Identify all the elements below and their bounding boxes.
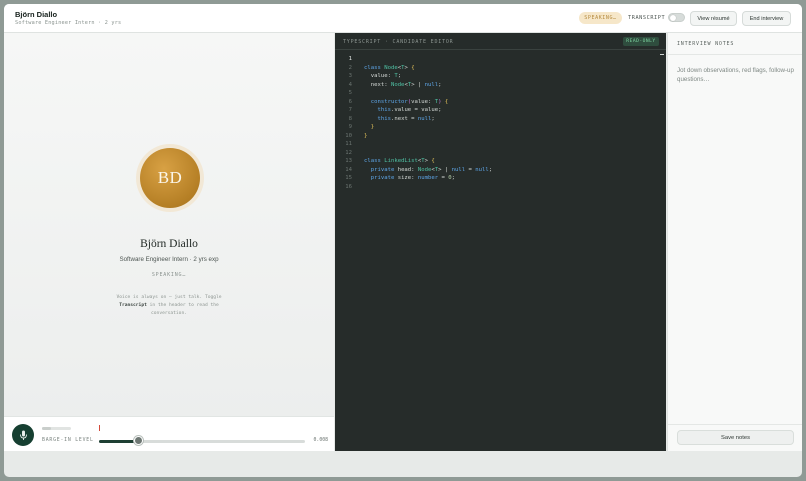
line-number: 5 xyxy=(348,90,352,96)
hint-suffix: in the header to read the conversation. xyxy=(149,303,219,316)
line-source xyxy=(352,149,364,158)
line-number: 4 xyxy=(348,81,352,88)
line-source: this.value = value; xyxy=(377,107,442,113)
top-header: Björn Diallo Software Engineer Intern · … xyxy=(4,4,802,33)
line-source: class LinkedList<T> { xyxy=(364,158,435,164)
line-number: 14 xyxy=(345,166,352,173)
line-source xyxy=(352,183,364,192)
hint-prefix: Voice is always on — just talk. Toggle xyxy=(116,295,222,300)
header-candidate-name: Björn Diallo xyxy=(15,10,58,19)
code-line: 2 class Node<T> { xyxy=(335,64,666,73)
editor-header: TYPESCRIPT · CANDIDATE EDITOR READ-ONLY xyxy=(335,33,666,50)
candidate-panel: BD Björn Diallo Software Engineer Intern… xyxy=(4,33,334,421)
line-source: } xyxy=(364,132,368,139)
code-line: 5 xyxy=(335,89,666,98)
notes-title: INTERVIEW NOTES xyxy=(677,41,735,47)
line-source: class Node<T> { xyxy=(364,64,415,71)
microphone-icon[interactable] xyxy=(12,424,34,446)
line-number: 16 xyxy=(345,183,352,190)
line-source: value: T; xyxy=(364,73,402,79)
line-source: } xyxy=(370,124,375,130)
line-source: constructor(value: T) { xyxy=(370,98,449,105)
line-number: 11 xyxy=(345,141,352,147)
line-number: 10 xyxy=(345,132,352,139)
line-number: 6 xyxy=(348,98,352,105)
microphone-glyph xyxy=(19,430,27,440)
code-line: 3 value: T; xyxy=(335,72,666,81)
candidate-avatar: BD xyxy=(140,148,200,208)
voice-hint: Voice is always on — just talk. Toggle T… xyxy=(109,294,229,318)
code-line: 10} xyxy=(335,132,666,141)
save-notes-button[interactable]: Save notes xyxy=(677,430,794,445)
barge-in-threshold-marker xyxy=(99,425,100,431)
line-number: 7 xyxy=(348,107,352,113)
code-line: 13 class LinkedList<T> { xyxy=(335,157,666,166)
candidate-name: Björn Diallo xyxy=(140,238,198,250)
barge-in-slider-fill xyxy=(99,440,138,443)
code-line: 7 this.value = value; xyxy=(335,106,666,115)
candidate-role: Software Engineer Intern · 2 yrs exp xyxy=(119,256,219,263)
avatar-ring: BD xyxy=(136,144,204,212)
line-number: 12 xyxy=(345,149,352,156)
line-source xyxy=(352,55,364,64)
line-number: 8 xyxy=(348,115,352,122)
code-area[interactable]: 1 2 class Node<T> {3 value: T; 4 next: Node… xyxy=(335,55,666,191)
barge-in-label: BARGE-IN LEVEL xyxy=(42,438,94,443)
audio-controls: BARGE-IN LEVEL 0.008 xyxy=(4,416,334,451)
line-number: 9 xyxy=(348,124,352,130)
barge-in-slider-thumb[interactable] xyxy=(134,436,143,445)
line-source xyxy=(352,89,364,98)
code-line: 16 xyxy=(335,183,666,192)
line-source: private head: Node<T> | null = null; xyxy=(370,166,493,173)
code-line: 15 private size: number = 0; xyxy=(335,174,666,183)
code-line: 4 next: Node<T> | null; xyxy=(335,81,666,90)
speaking-status-pill: SPEAKING… xyxy=(579,12,622,24)
line-number: 2 xyxy=(348,64,352,71)
header-candidate-meta: Software Engineer Intern · 2 yrs xyxy=(15,20,122,26)
notes-textarea[interactable]: Jot down observations, red flags, follow… xyxy=(677,66,795,84)
line-number: 13 xyxy=(345,158,352,164)
app-window: Björn Diallo Software Engineer Intern · … xyxy=(4,4,802,477)
toggle-knob xyxy=(670,15,676,21)
code-line: 8 this.next = null; xyxy=(335,115,666,124)
transcript-toggle-label: TRANSCRIPT xyxy=(628,15,666,21)
line-number: 1 xyxy=(348,56,352,62)
transcript-toggle[interactable] xyxy=(668,13,685,22)
code-line: 12 xyxy=(335,149,666,158)
read-only-badge: READ-ONLY xyxy=(623,37,659,46)
code-line: 11 xyxy=(335,140,666,149)
line-source: next: Node<T> | null; xyxy=(364,81,442,88)
line-source: this.next = null; xyxy=(377,115,435,122)
editor-title: TYPESCRIPT · CANDIDATE EDITOR xyxy=(343,39,454,45)
code-line: 14 private head: Node<T> | null = null; xyxy=(335,166,666,175)
line-number: 3 xyxy=(348,73,352,79)
hint-transcript-word: Transcript xyxy=(119,303,147,308)
input-level-meter xyxy=(42,427,51,430)
notes-panel: INTERVIEW NOTES Jot down observations, r… xyxy=(667,33,802,451)
line-source xyxy=(352,140,364,149)
code-editor: TYPESCRIPT · CANDIDATE EDITOR READ-ONLY … xyxy=(335,33,666,451)
code-line: 9 } xyxy=(335,123,666,132)
barge-in-value: 0.008 xyxy=(313,438,328,443)
line-source: private size: number = 0; xyxy=(370,175,455,181)
end-interview-button[interactable]: End interview xyxy=(742,11,791,26)
code-line: 6 constructor(value: T) { xyxy=(335,98,666,107)
line-number: 15 xyxy=(345,175,352,181)
candidate-status: SPEAKING… xyxy=(151,272,187,278)
code-line: 1 xyxy=(335,55,666,64)
notes-header: INTERVIEW NOTES xyxy=(668,33,802,55)
view-resume-button[interactable]: View résumé xyxy=(690,11,737,26)
